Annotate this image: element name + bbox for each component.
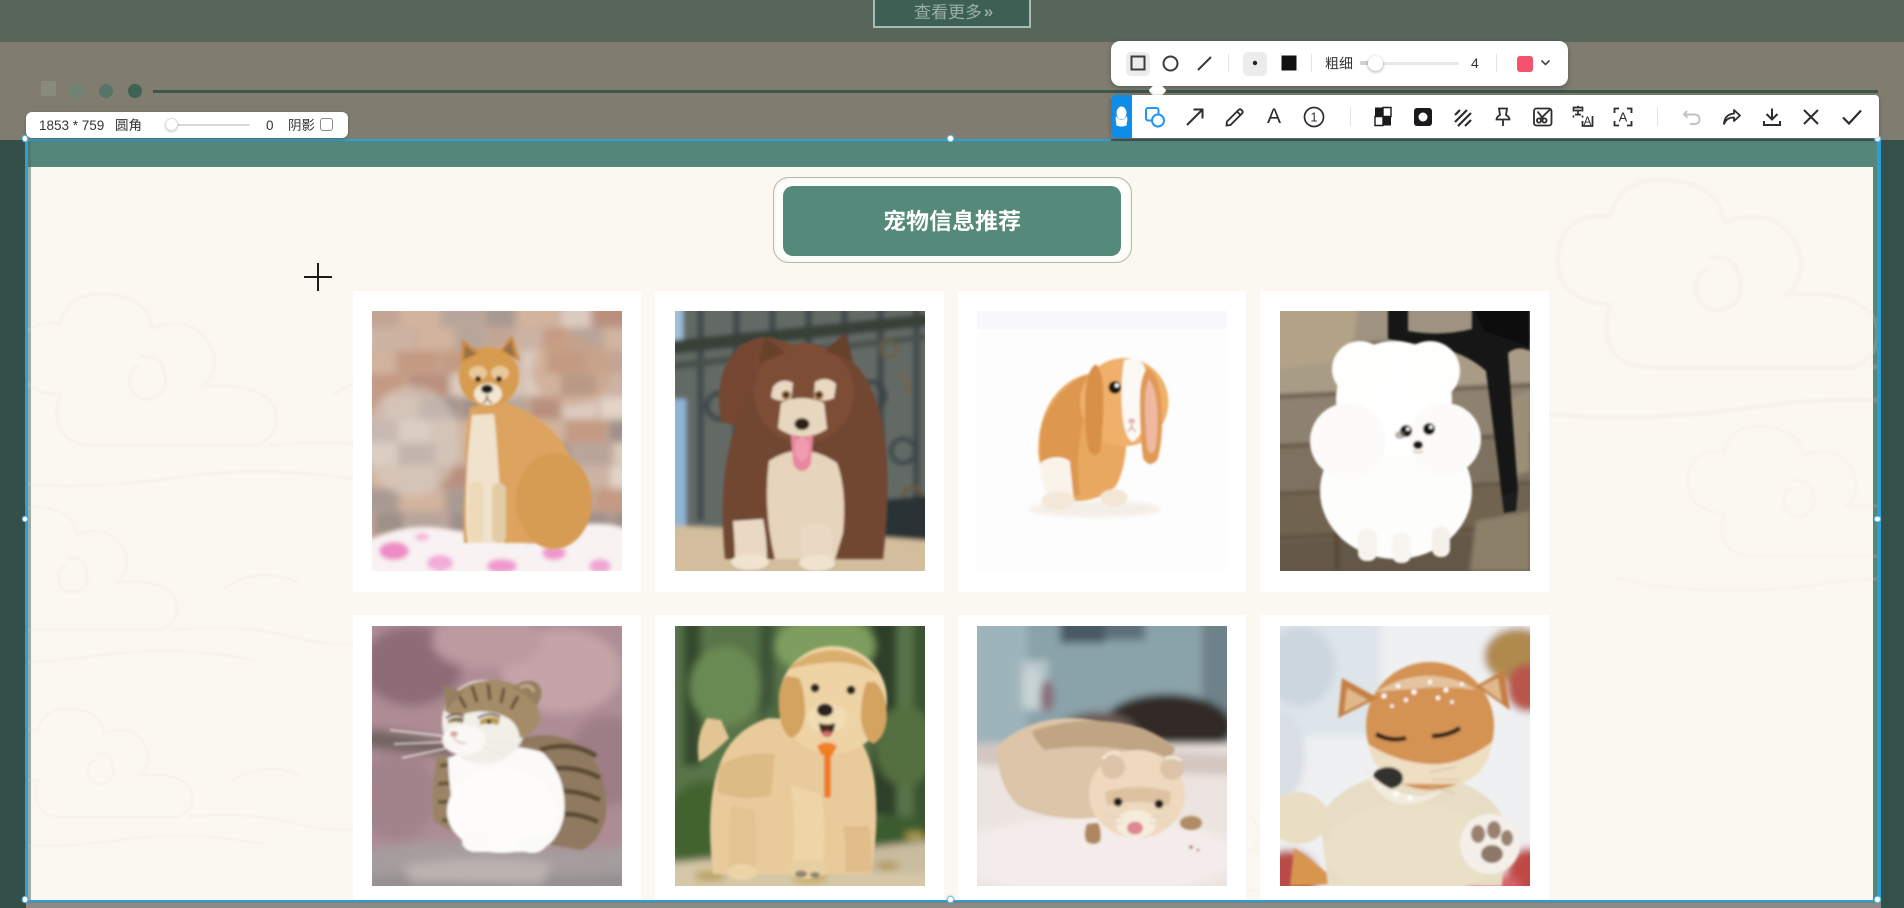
svg-text:A: A bbox=[1584, 116, 1592, 128]
svg-text:A: A bbox=[1619, 109, 1628, 124]
svg-text:1: 1 bbox=[1311, 110, 1318, 124]
